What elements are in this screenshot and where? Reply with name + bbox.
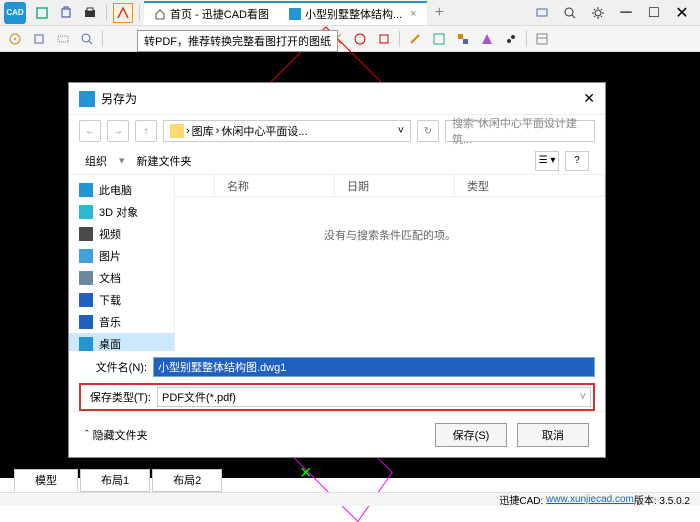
tooltip: 转PDF，推荐转换完整看图打开的图纸 [137,30,338,52]
refresh-button[interactable]: ↻ [417,120,439,142]
tab-label: 小型别墅整体结构... [305,6,402,22]
tab-model[interactable]: 模型 [14,469,78,492]
sidebar-item-label: 下载 [99,292,121,308]
nav-back-button[interactable]: ← [79,120,101,142]
sb-icon [79,271,93,285]
new-folder-button[interactable]: 新建文件夹 [137,153,192,169]
tool-icon[interactable] [78,30,96,48]
sidebar-item-label: 此电脑 [99,182,132,198]
toolbar-btn[interactable] [32,3,52,23]
cancel-button[interactable]: 取消 [517,423,589,447]
sidebar-item[interactable]: 文档 [69,267,174,289]
search-input[interactable]: 搜索"休闲中心平面设计建筑... [445,120,595,142]
sidebar-item[interactable]: 图片 [69,245,174,267]
nav-forward-button[interactable]: → [107,120,129,142]
tab-label: 首页 - 迅捷CAD看图 [170,6,269,22]
home-icon [154,8,166,20]
tab-layout1[interactable]: 布局1 [80,469,150,492]
sidebar-item-label: 视频 [99,226,121,242]
dialog-close-button[interactable]: ✕ [583,90,595,107]
toolbar-btn[interactable] [56,3,76,23]
breadcrumb[interactable]: › 图库 › 休闲中心平面设... ˅ [163,120,411,142]
sidebar-item-label: 文档 [99,270,121,286]
dialog-icon [79,91,95,107]
new-tab-button[interactable]: + [427,4,452,22]
tool-icon[interactable] [454,30,472,48]
tool-icon[interactable] [54,30,72,48]
sidebar-item-label: 桌面 [99,336,121,351]
sb-icon [79,293,93,307]
file-icon [289,8,301,20]
feedback-icon[interactable] [532,3,552,23]
search-placeholder: 搜索"休闲中心平面设计建筑... [452,115,588,147]
sidebar-item[interactable]: 视频 [69,223,174,245]
breadcrumb-seg[interactable]: 休闲中心平面设... [221,123,307,139]
sidebar-item-label: 图片 [99,248,121,264]
maximize-button[interactable]: □ [644,3,664,23]
status-brand: 迅捷CAD: [499,492,543,507]
toolbar-btn[interactable] [80,3,100,23]
sidebar: 此电脑3D 对象视频图片文档下载音乐桌面Windows (C:) [69,175,175,351]
sidebar-item[interactable]: 3D 对象 [69,201,174,223]
save-button[interactable]: 保存(S) [435,423,507,447]
settings-icon[interactable] [588,3,608,23]
tool-icon[interactable] [351,30,369,48]
minimize-button[interactable]: ─ [616,3,636,23]
nav-up-button[interactable]: ↑ [135,120,157,142]
sb-icon [79,183,93,197]
tool-icon[interactable] [30,30,48,48]
sidebar-item-label: 音乐 [99,314,121,330]
tool-icon[interactable] [406,30,424,48]
close-tab-icon[interactable]: × [410,8,416,20]
col-name[interactable]: 名称 [215,175,335,196]
filetype-label: 保存类型(T): [83,389,151,405]
drawing-mark: × [300,462,312,485]
search-icon[interactable] [560,3,580,23]
sb-icon [79,249,93,263]
sb-icon [79,227,93,241]
tab-home[interactable]: 首页 - 迅捷CAD看图 [144,1,279,25]
sb-icon [79,337,93,351]
dialog-title: 另存为 [101,90,137,107]
filename-label: 文件名(N): [79,359,147,375]
convert-pdf-button[interactable] [113,3,133,23]
sidebar-item[interactable]: 此电脑 [69,179,174,201]
status-link[interactable]: www.xunjiecad.com [546,494,634,505]
status-version: 版本: 3.5.0.2 [634,492,690,507]
filetype-value: PDF文件(*.pdf) [162,389,236,405]
help-button[interactable]: ? [565,151,589,171]
close-button[interactable]: ✕ [672,3,692,23]
hide-folders-label: 隐藏文件夹 [93,427,148,443]
tool-icon[interactable] [375,30,393,48]
sidebar-item[interactable]: 音乐 [69,311,174,333]
col-type[interactable]: 类型 [455,175,605,196]
save-as-dialog: 另存为 ✕ ← → ↑ › 图库 › 休闲中心平面设... ˅ ↻ 搜索"休闲中… [68,82,606,458]
tool-icon[interactable] [533,30,551,48]
filename-input[interactable] [153,357,595,377]
view-mode-button[interactable]: ☰ ▾ [535,151,559,171]
empty-message: 没有与搜索条件匹配的项。 [175,197,605,273]
tab-layout2[interactable]: 布局2 [152,469,222,492]
filetype-select[interactable]: PDF文件(*.pdf) ˅ [157,387,591,407]
folder-icon [170,124,184,138]
app-logo-icon: CAD [4,2,26,24]
tool-icon[interactable] [478,30,496,48]
col-date[interactable]: 日期 [335,175,455,196]
sb-icon [79,315,93,329]
tool-icon[interactable] [430,30,448,48]
breadcrumb-seg[interactable]: 图库 [192,123,214,139]
tool-icon[interactable] [502,30,520,48]
tab-file[interactable]: 小型别墅整体结构... × [279,1,427,25]
sidebar-item-label: 3D 对象 [99,204,138,220]
tool-icon[interactable] [6,30,24,48]
sb-icon [79,205,93,219]
sidebar-item[interactable]: 下载 [69,289,174,311]
organize-menu[interactable]: 组织 [85,153,107,169]
sidebar-item[interactable]: 桌面 [69,333,174,351]
hide-folders-toggle[interactable]: ˆ 隐藏文件夹 [85,427,148,443]
